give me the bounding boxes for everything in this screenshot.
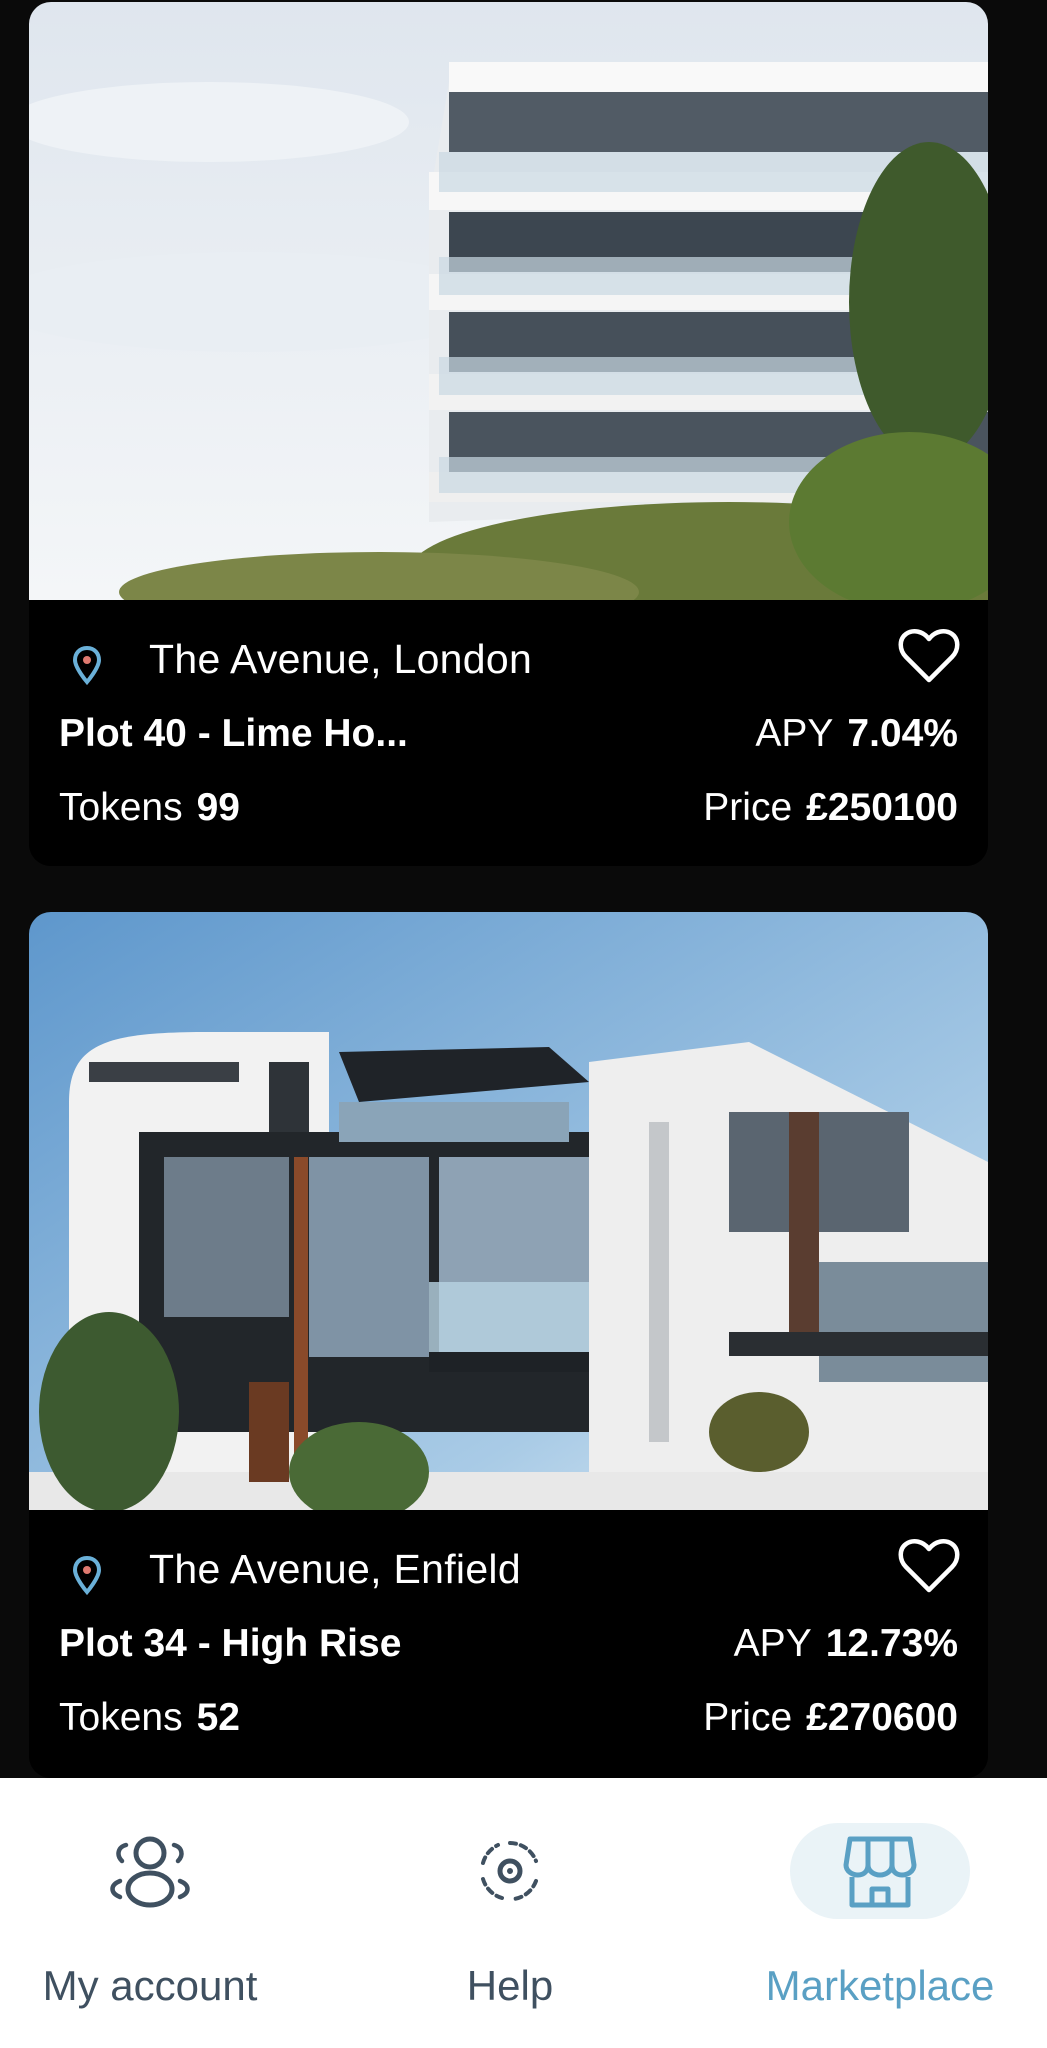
apy-row: APY 12.73% — [734, 1622, 958, 1666]
tokens-value: 99 — [196, 786, 240, 829]
property-info: The Avenue, London Plot 40 - Lime Ho... … — [29, 600, 988, 866]
nav-icon-container — [420, 1823, 600, 1919]
storefront-icon — [843, 1836, 917, 1908]
nav-item-help[interactable]: Help — [360, 1778, 660, 2048]
property-card[interactable]: The Avenue, London Plot 40 - Lime Ho... … — [29, 2, 988, 866]
location-pin-icon — [73, 1556, 101, 1596]
nav-icon-container — [60, 1823, 240, 1919]
property-location: The Avenue, London — [149, 636, 533, 682]
location-pin-icon — [73, 646, 101, 686]
bottom-navigation: My account Help Marketplace — [0, 1778, 1047, 2048]
nav-item-marketplace[interactable]: Marketplace — [730, 1778, 1030, 2048]
tokens-label: Tokens — [59, 1696, 183, 1739]
users-icon — [110, 1836, 190, 1908]
price-row: Price £250100 — [703, 786, 958, 830]
price-label: Price — [703, 786, 793, 829]
property-card[interactable]: The Avenue, Enfield Plot 34 - High Rise … — [29, 912, 988, 1778]
nav-icon-container-active — [790, 1823, 970, 1919]
nav-label-my-account: My account — [42, 1962, 258, 2009]
nav-item-my-account[interactable]: My account — [0, 1778, 300, 2048]
tokens-label: Tokens — [59, 786, 183, 829]
property-title: Plot 40 - Lime Ho... — [59, 712, 408, 755]
nav-label-help: Help — [466, 1962, 554, 2009]
property-info: The Avenue, Enfield Plot 34 - High Rise … — [29, 1510, 988, 1778]
property-photo[interactable] — [29, 2, 988, 600]
apy-value: 12.73% — [825, 1622, 958, 1665]
tokens-value: 52 — [196, 1696, 240, 1739]
apy-label: APY — [755, 712, 834, 755]
property-photo[interactable] — [29, 912, 988, 1510]
heart-outline-icon[interactable] — [898, 1538, 960, 1594]
tokens-row: Tokens 99 — [59, 786, 240, 830]
property-location: The Avenue, Enfield — [149, 1546, 521, 1592]
apy-label: APY — [733, 1622, 812, 1665]
nav-label-marketplace: Marketplace — [765, 1962, 995, 2009]
price-value: £270600 — [806, 1696, 958, 1739]
apy-value: 7.04% — [847, 712, 958, 755]
price-label: Price — [703, 1696, 793, 1739]
property-title: Plot 34 - High Rise — [59, 1622, 402, 1665]
support-icon — [481, 1841, 538, 1901]
tokens-row: Tokens 52 — [59, 1696, 240, 1740]
price-value: £250100 — [806, 786, 958, 829]
heart-outline-icon[interactable] — [898, 628, 960, 684]
price-row: Price £270600 — [703, 1696, 958, 1740]
apy-row: APY 7.04% — [755, 712, 958, 756]
